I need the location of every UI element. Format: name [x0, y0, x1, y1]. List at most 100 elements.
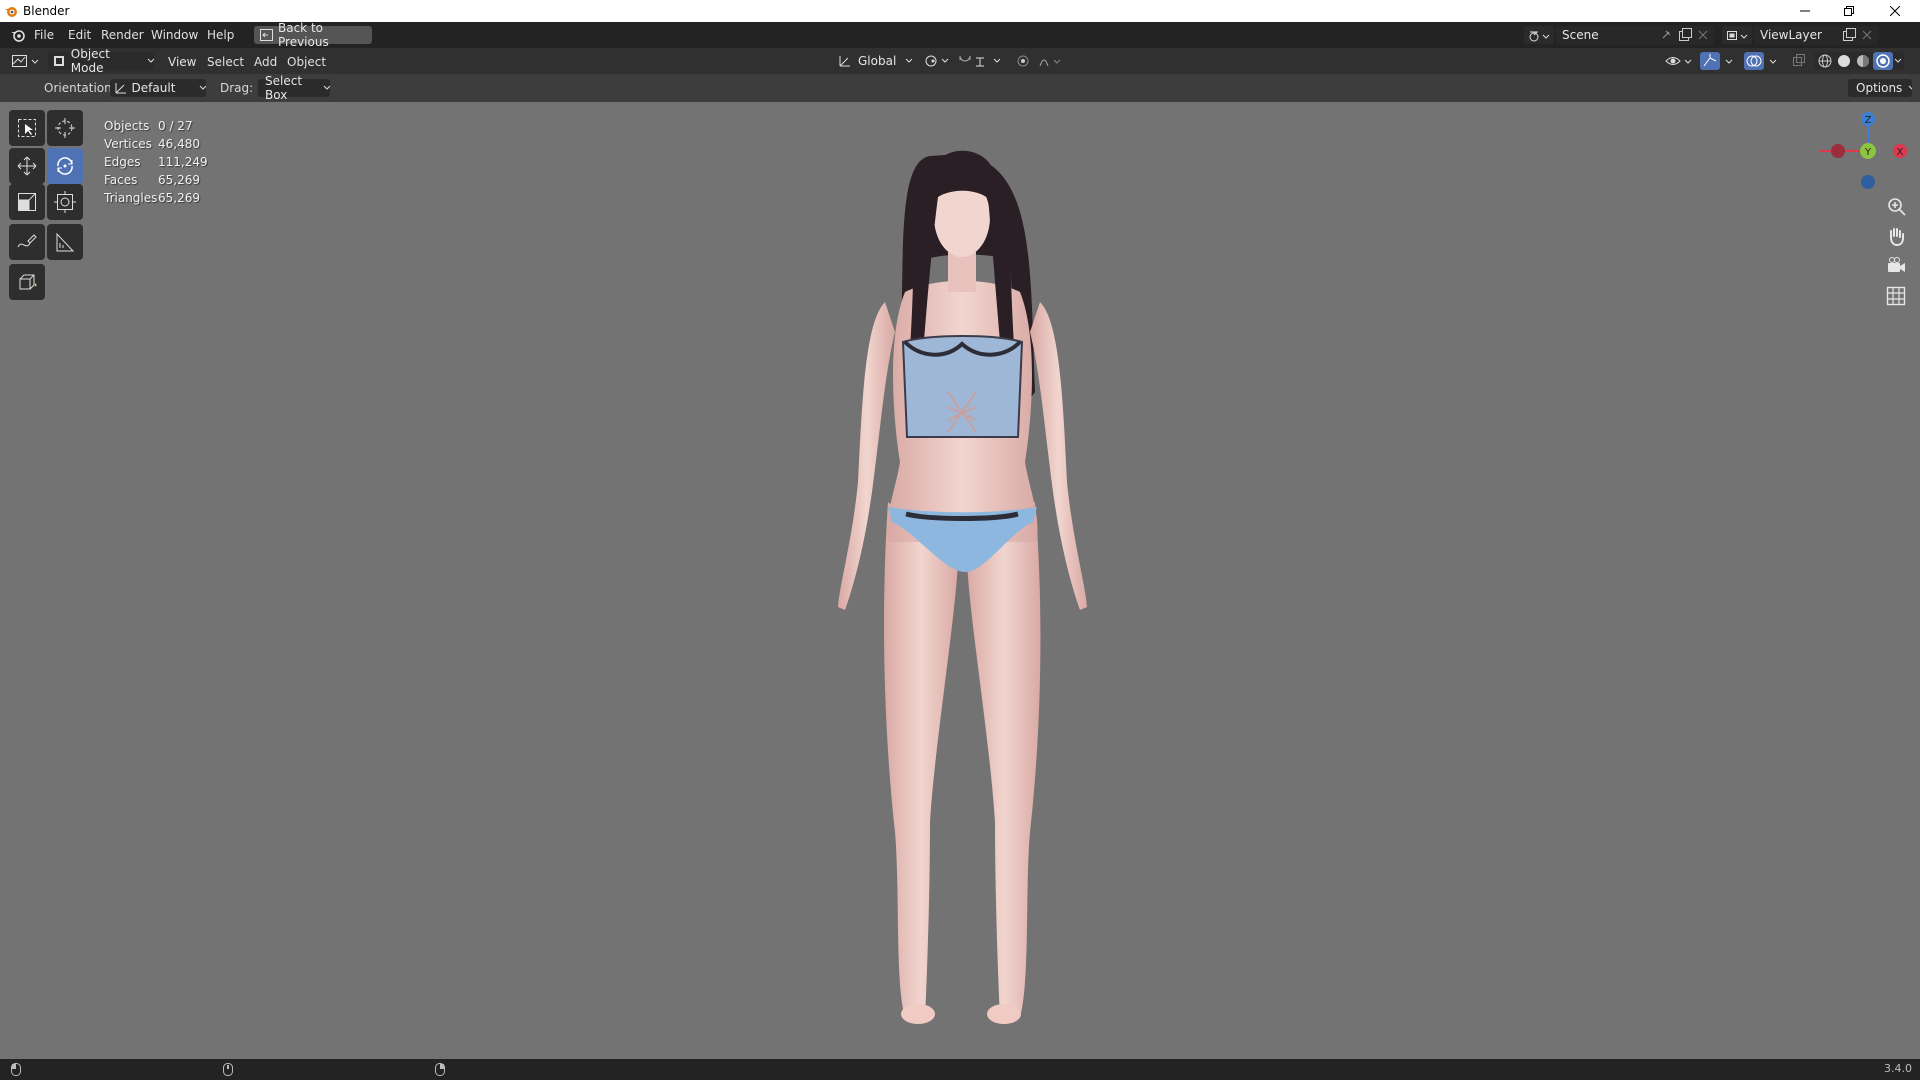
gizmo-icon — [1703, 54, 1733, 67]
back-to-previous-label: Back to Previous — [278, 21, 329, 49]
close-button[interactable] — [1872, 0, 1918, 22]
menu-render[interactable]: Render — [101, 28, 144, 42]
header-menu-select[interactable]: Select — [207, 55, 244, 69]
material-shading-icon[interactable] — [1857, 55, 1869, 67]
y-axis-label: Y — [1864, 147, 1872, 158]
viewlayer-name-field[interactable]: ViewLayer — [1754, 26, 1878, 45]
eye-icon — [1665, 57, 1692, 65]
cursor-tool[interactable] — [47, 110, 83, 146]
proportional-editing-button[interactable] — [1014, 52, 1064, 70]
editor-type-button[interactable] — [8, 52, 42, 70]
mode-selector[interactable]: Object Mode — [48, 47, 154, 75]
restore-button[interactable] — [1826, 0, 1872, 22]
orientation-label: Orientation: — [44, 81, 116, 95]
snapping-button[interactable] — [956, 52, 1008, 70]
viewlayer-name: ViewLayer — [1760, 28, 1822, 42]
viewlayer-browse-button[interactable] — [1722, 26, 1752, 44]
transform-tool[interactable] — [47, 184, 83, 220]
3d-viewport[interactable] — [0, 102, 1920, 1059]
header-menu-object[interactable]: Object — [287, 55, 326, 69]
header-menu-view[interactable]: View — [168, 55, 196, 69]
restore-icon — [1844, 6, 1854, 16]
chevron-down-icon — [323, 85, 330, 90]
solid-shading-icon[interactable] — [1838, 55, 1850, 67]
move-icon — [17, 156, 37, 176]
minimize-button[interactable] — [1782, 0, 1828, 22]
zoom-button[interactable] — [1882, 192, 1910, 220]
mode-label: Object Mode — [70, 47, 110, 75]
chevron-down-icon — [905, 58, 913, 63]
menu-file[interactable]: File — [34, 28, 54, 42]
perspective-toggle-button[interactable] — [1882, 282, 1910, 310]
transform-icon — [54, 191, 76, 213]
annotate-tool[interactable] — [9, 224, 45, 260]
menu-edit[interactable]: Edit — [68, 28, 91, 42]
select-box-tool[interactable] — [9, 110, 45, 146]
chevron-down-icon — [200, 85, 206, 90]
annotate-icon — [17, 234, 37, 248]
select-box-icon — [18, 119, 36, 137]
pan-button[interactable] — [1882, 222, 1910, 250]
scale-tool[interactable] — [9, 184, 45, 220]
visibility-button[interactable] — [1664, 52, 1694, 70]
rotate-tool[interactable] — [47, 148, 83, 184]
version-label: 3.4.0 — [1884, 1062, 1912, 1075]
scene-browse-button[interactable] — [1524, 26, 1554, 44]
navigation-gizmo[interactable]: X Z Y — [1820, 108, 1920, 194]
stat-row-vertices: Vertices 46,480 — [104, 137, 200, 151]
scale-icon — [18, 193, 36, 211]
hand-icon — [1890, 228, 1904, 247]
x-axis-label: X — [1897, 147, 1904, 158]
snap-icon — [959, 55, 1001, 67]
editor-type-icon — [12, 55, 39, 67]
back-to-previous-button[interactable]: Back to Previous — [254, 21, 372, 49]
pin-icon[interactable] — [1660, 29, 1672, 41]
cursor-icon — [55, 118, 75, 138]
shading-mode-group — [1814, 52, 1904, 70]
delete-viewlayer-icon[interactable] — [1862, 30, 1872, 40]
shading-icons — [1818, 52, 1902, 70]
neg-x-axis-icon[interactable] — [1831, 144, 1845, 158]
gizmo-toggle-button[interactable] — [1700, 52, 1738, 70]
add-cube-tool[interactable] — [9, 264, 45, 300]
orientation-default-icon — [115, 83, 126, 94]
drag-dropdown[interactable]: Select Box — [258, 74, 330, 102]
new-viewlayer-icon[interactable] — [1842, 28, 1856, 42]
window-title: Blender — [23, 4, 70, 18]
transform-orientation-selector[interactable]: Global — [834, 52, 914, 70]
object-mode-icon — [54, 56, 64, 66]
orientation-dropdown[interactable]: Default — [110, 79, 206, 97]
neg-z-axis-icon[interactable] — [1861, 175, 1875, 189]
add-cube-icon — [19, 274, 37, 290]
options-dropdown[interactable]: Options — [1848, 79, 1912, 97]
mouse-right-icon — [435, 1063, 445, 1076]
measure-icon — [56, 232, 75, 252]
measure-tool[interactable] — [47, 224, 83, 260]
close-icon — [1890, 6, 1900, 16]
header-menu-add[interactable]: Add — [254, 55, 277, 69]
new-scene-icon[interactable] — [1678, 28, 1692, 42]
camera-view-button[interactable] — [1882, 252, 1910, 280]
blender-menu-icon[interactable] — [10, 28, 26, 42]
scene-name-field[interactable]: Scene — [1556, 26, 1714, 45]
rotate-icon — [57, 157, 73, 175]
menu-help[interactable]: Help — [207, 28, 234, 42]
viewlayer-icon — [1727, 31, 1748, 40]
stat-row-faces: Faces 65,269 — [104, 173, 200, 187]
pivot-icon — [925, 55, 949, 67]
stat-row-edges: Edges 111,249 — [104, 155, 208, 169]
blender-logo-icon — [5, 7, 17, 17]
stat-row-triangles: Triangles 65,269 — [104, 191, 200, 205]
delete-scene-icon[interactable] — [1698, 30, 1708, 40]
chevron-down-icon — [1908, 85, 1912, 90]
move-tool[interactable] — [9, 148, 45, 184]
drag-label: Drag: — [220, 81, 254, 95]
menu-window[interactable]: Window — [151, 28, 198, 42]
xray-toggle-button[interactable] — [1790, 52, 1808, 70]
overlays-toggle-button[interactable] — [1744, 52, 1782, 70]
wireframe-shading-icon[interactable] — [1818, 54, 1832, 68]
orientation-global-icon — [839, 56, 850, 67]
window-titlebar: Blender — [0, 0, 1920, 22]
pivot-point-button[interactable] — [922, 52, 952, 70]
scene-icon — [1529, 31, 1550, 42]
